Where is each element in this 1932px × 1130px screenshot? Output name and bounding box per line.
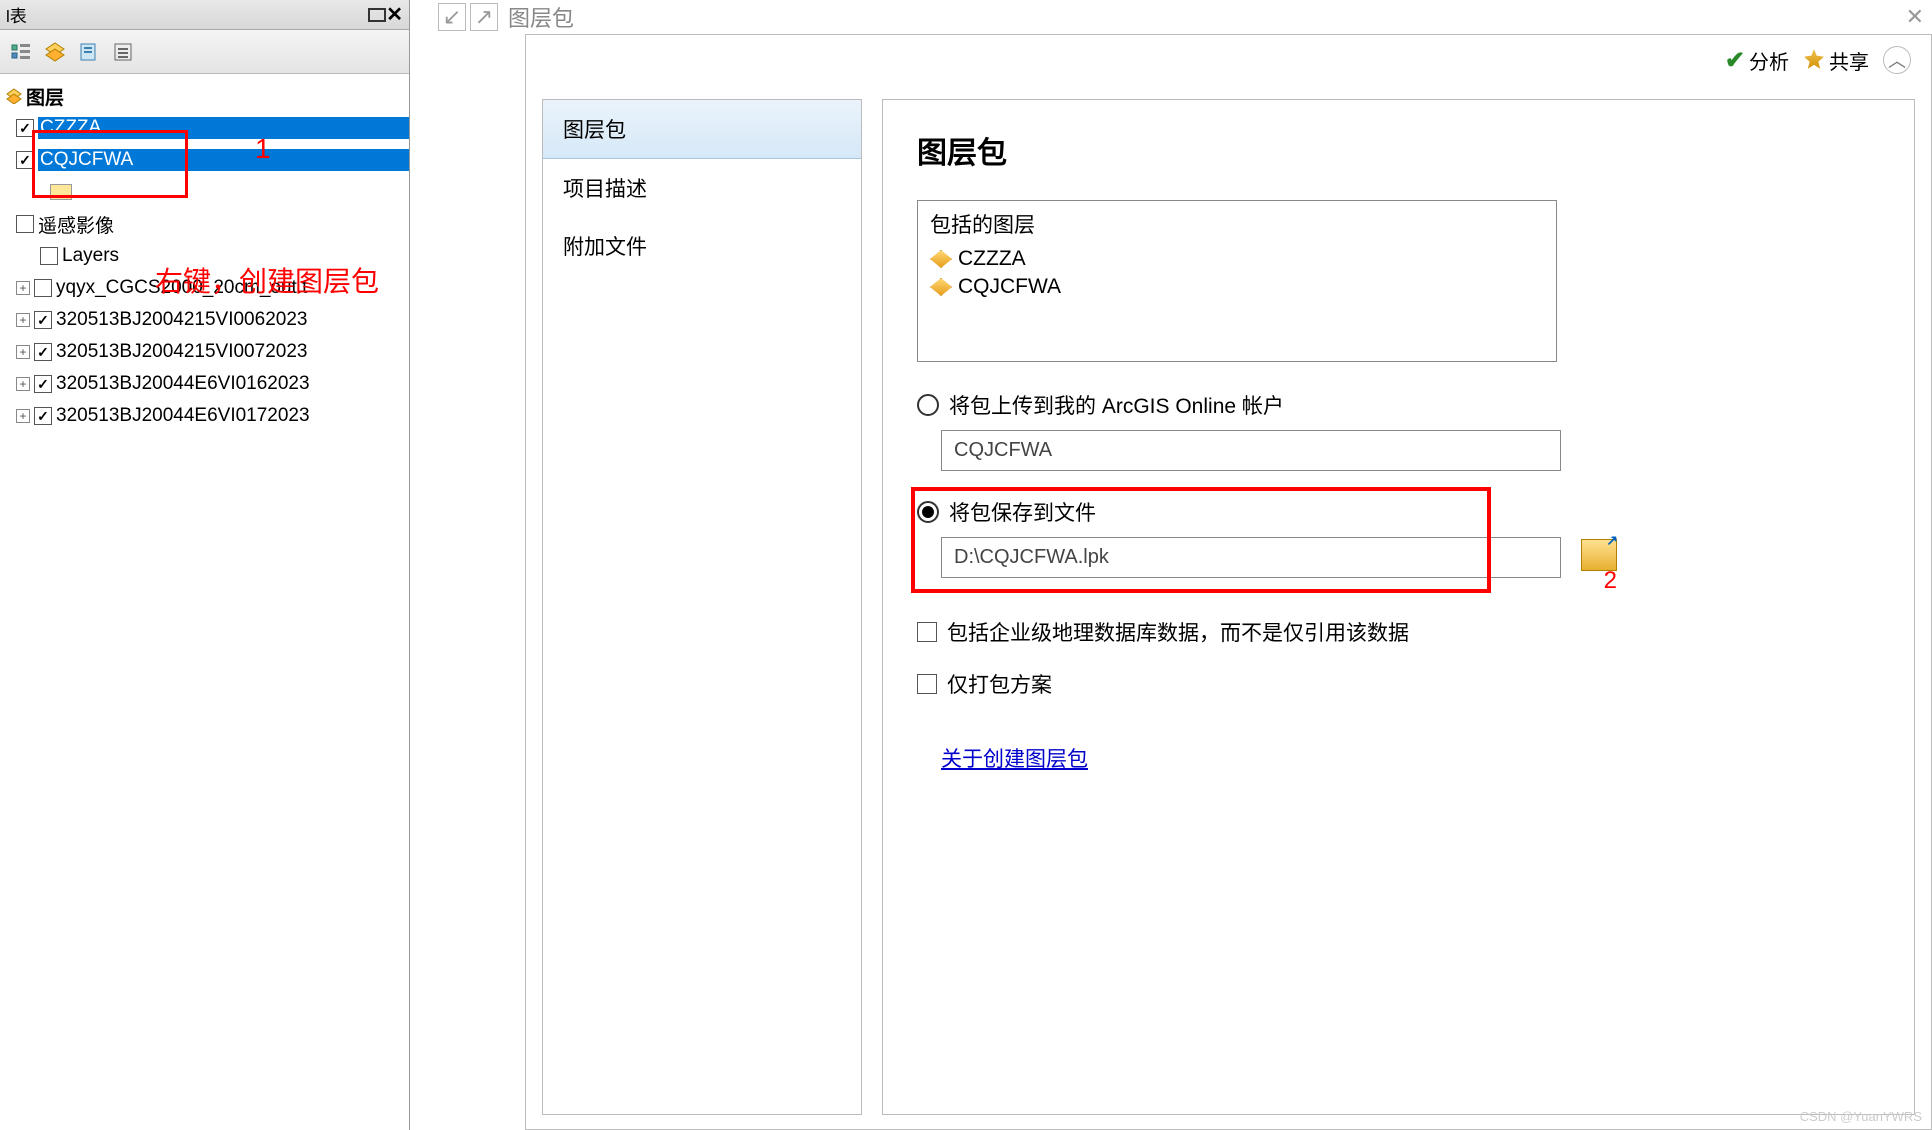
analyze-label: 分析 xyxy=(1749,46,1789,75)
annotation-1: 1 xyxy=(255,133,271,165)
dialog-body: ✔ 分析 共享 ︿ 图层包 项目描述 附加文件 图层包 包括的图层 xyxy=(525,34,1932,1130)
layer-icon xyxy=(930,250,952,268)
nav-back-icon[interactable]: ↙ xyxy=(438,3,466,31)
dialog-title: 图层包 xyxy=(508,1,574,33)
nav-attachments[interactable]: 附加文件 xyxy=(543,217,861,275)
close-icon[interactable]: ✕ xyxy=(386,2,403,27)
layer-checkbox[interactable] xyxy=(16,151,34,169)
list-by-selection-icon[interactable] xyxy=(110,39,136,65)
included-layer-label: CQJCFWA xyxy=(958,275,1061,299)
raster-item[interactable]: 320513BJ2004215VI0062023 xyxy=(56,309,409,331)
annotation-2: 2 xyxy=(1581,567,1617,595)
upload-name-input[interactable]: CQJCFWA xyxy=(941,430,1561,471)
dialog-content: 图层包 项目描述 附加文件 图层包 包括的图层 CZZZA CQJCFWA xyxy=(526,85,1931,1129)
toc-title-bar: l表 ✕ xyxy=(0,0,409,30)
raster-item[interactable]: 320513BJ20044E6VI0162023 xyxy=(56,373,409,395)
radio-unchecked-icon[interactable] xyxy=(917,394,939,416)
dialog-main: 图层包 包括的图层 CZZZA CQJCFWA 将包上传到我 xyxy=(882,99,1915,1115)
toc-panel: l表 ✕ 图层 CZZZA CQJCFWA xyxy=(0,0,410,1130)
help-link[interactable]: 关于创建图层包 xyxy=(941,743,1880,773)
toc-tree: 图层 CZZZA CQJCFWA 遥感影像 Layers + yqyx_CGCS… xyxy=(0,74,409,438)
expand-icon[interactable]: + xyxy=(16,377,30,391)
layer-checkbox[interactable] xyxy=(34,279,52,297)
upload-radio-row[interactable]: 将包上传到我的 ArcGIS Online 帐户 xyxy=(917,390,1880,420)
layer-checkbox[interactable] xyxy=(34,375,52,393)
analyze-button[interactable]: ✔ 分析 xyxy=(1725,46,1789,75)
included-layers-box: 包括的图层 CZZZA CQJCFWA xyxy=(917,200,1557,362)
save-path-input[interactable]: D:\CQJCFWA.lpk xyxy=(941,537,1561,578)
check-icon: ✔ xyxy=(1725,46,1745,75)
checkbox-unchecked[interactable] xyxy=(917,674,937,694)
annotation-context-text: 右键，创建图层包 xyxy=(155,260,379,300)
layer-cqjcfwa[interactable]: CQJCFWA xyxy=(38,149,409,171)
raster-item[interactable]: 320513BJ2004215VI0072023 xyxy=(56,341,409,363)
restore-icon[interactable] xyxy=(368,8,386,22)
share-label: 共享 xyxy=(1829,46,1869,75)
list-by-visibility-icon[interactable] xyxy=(76,39,102,65)
symbol-swatch xyxy=(50,184,72,200)
radio-checked-icon[interactable] xyxy=(917,501,939,523)
watermark: CSDN @YuanYWRS xyxy=(1800,1109,1922,1124)
dialog-nav: 图层包 项目描述 附加文件 xyxy=(542,99,862,1115)
enterprise-db-label: 包括企业级地理数据库数据，而不是仅引用该数据 xyxy=(947,617,1409,647)
included-layer-label: CZZZA xyxy=(958,247,1026,271)
save-label: 将包保存到文件 xyxy=(949,497,1096,527)
layers-root-icon xyxy=(6,88,22,104)
expand-icon[interactable]: + xyxy=(16,313,30,327)
layer-checkbox[interactable] xyxy=(16,119,34,137)
dialog-title-bar: ↙ ↗ 图层包 ✕ xyxy=(430,0,1932,34)
dialog-toolbar: ✔ 分析 共享 ︿ xyxy=(526,35,1931,85)
share-button[interactable]: 共享 xyxy=(1803,46,1869,75)
share-icon xyxy=(1803,49,1825,71)
schema-only-checkbox-row[interactable]: 仅打包方案 xyxy=(917,669,1880,699)
layer-checkbox[interactable] xyxy=(34,407,52,425)
nav-fwd-icon[interactable]: ↗ xyxy=(470,3,498,31)
included-layer-item: CQJCFWA xyxy=(930,273,1544,301)
list-by-source-icon[interactable] xyxy=(42,39,68,65)
dialog-close-icon[interactable]: ✕ xyxy=(1906,4,1924,30)
toc-toolbar xyxy=(0,30,409,74)
collapse-button[interactable]: ︿ xyxy=(1883,46,1911,74)
main-title: 图层包 xyxy=(917,128,1880,172)
root-label: 图层 xyxy=(26,83,64,110)
layer-icon xyxy=(930,278,952,296)
save-radio-row[interactable]: 将包保存到文件 xyxy=(917,497,1561,527)
included-layers-label: 包括的图层 xyxy=(930,209,1544,239)
browse-button[interactable] xyxy=(1581,539,1617,571)
schema-only-label: 仅打包方案 xyxy=(947,669,1052,699)
checkbox-unchecked[interactable] xyxy=(917,622,937,642)
list-by-drawing-icon[interactable] xyxy=(8,39,34,65)
toc-title: l表 xyxy=(6,2,27,27)
layer-checkbox[interactable] xyxy=(16,215,34,233)
layer-checkbox[interactable] xyxy=(40,247,58,265)
layer-czzza[interactable]: CZZZA xyxy=(38,117,409,139)
layer-checkbox[interactable] xyxy=(34,343,52,361)
enterprise-db-checkbox-row[interactable]: 包括企业级地理数据库数据，而不是仅引用该数据 xyxy=(917,617,1880,647)
expand-icon[interactable]: + xyxy=(16,281,30,295)
expand-icon[interactable]: + xyxy=(16,409,30,423)
dialog-area: ↙ ↗ 图层包 ✕ ✔ 分析 共享 ︿ 图层包 项目描述 附加文件 xyxy=(430,0,1932,1130)
remote-sensing-label[interactable]: 遥感影像 xyxy=(38,211,409,238)
upload-label: 将包上传到我的 ArcGIS Online 帐户 xyxy=(949,390,1284,420)
raster-item[interactable]: 320513BJ20044E6VI0172023 xyxy=(56,405,409,427)
nav-layer-package[interactable]: 图层包 xyxy=(543,100,861,159)
included-layer-item: CZZZA xyxy=(930,245,1544,273)
layer-checkbox[interactable] xyxy=(34,311,52,329)
nav-item-description[interactable]: 项目描述 xyxy=(543,159,861,217)
expand-icon[interactable]: + xyxy=(16,345,30,359)
